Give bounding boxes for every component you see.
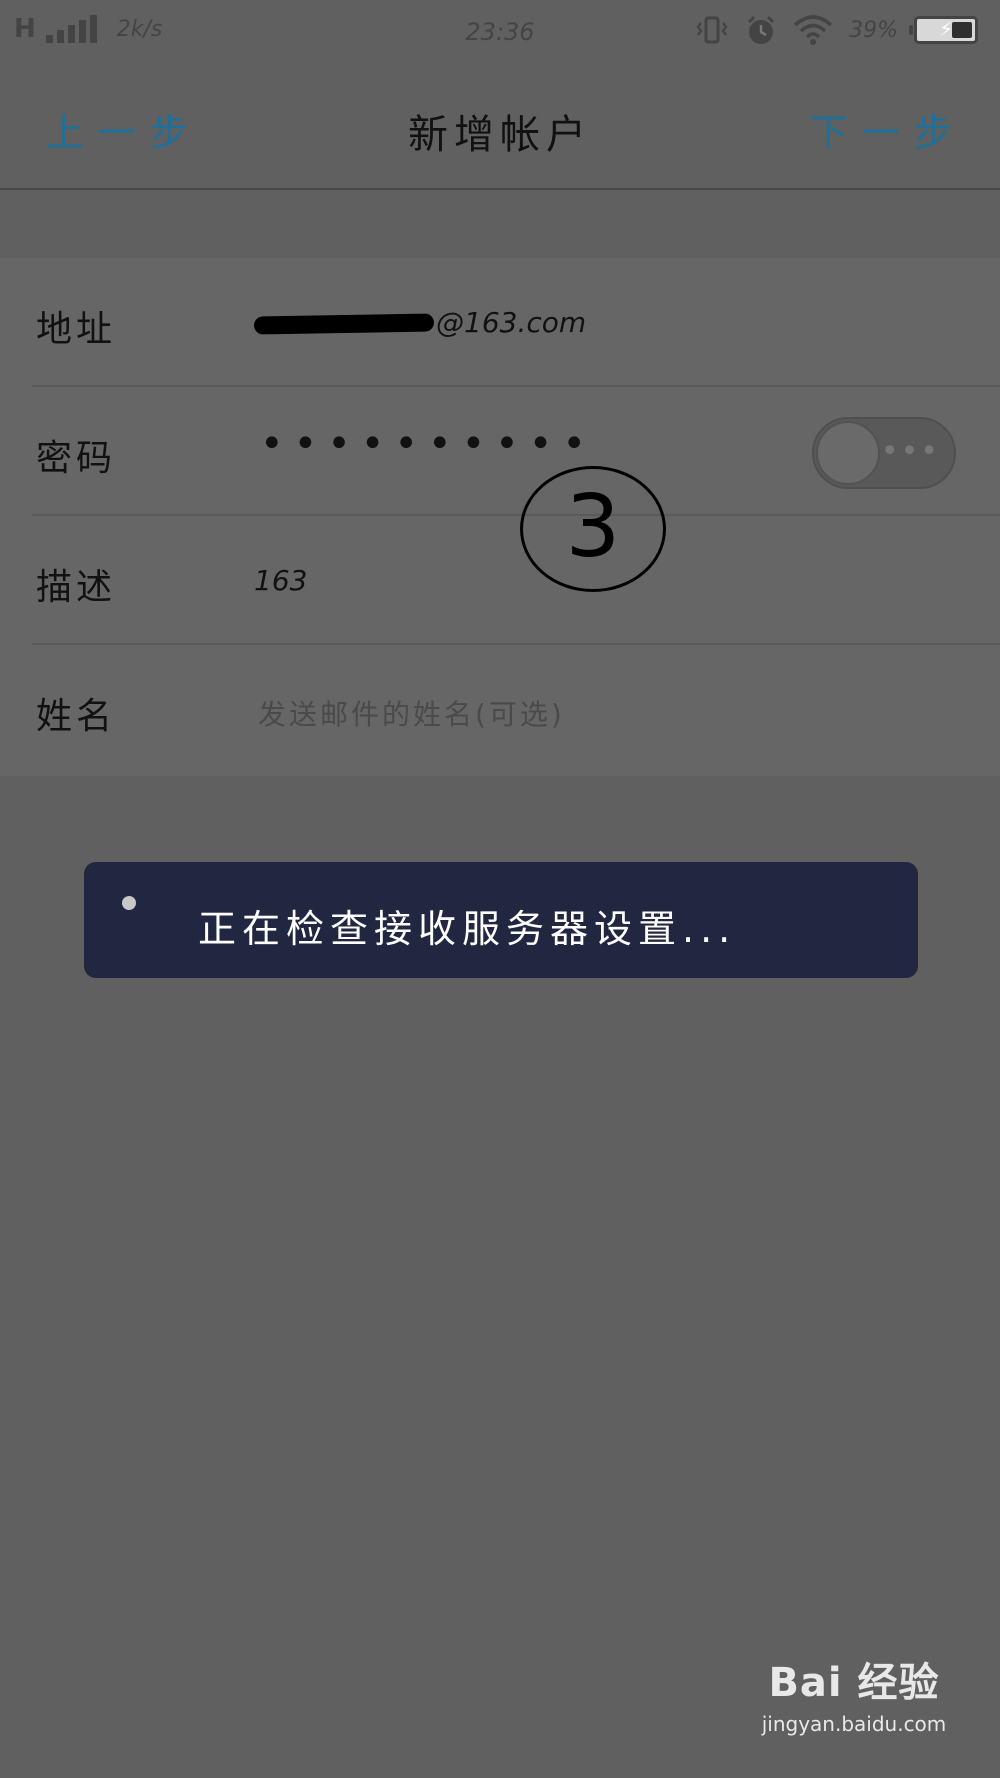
- password-row: 密码 •••••••••• •••: [32, 387, 1000, 516]
- description-field[interactable]: 163: [254, 564, 307, 597]
- step-annotation-circle: 3: [520, 466, 666, 592]
- name-label: 姓名: [36, 696, 117, 737]
- nav-bar: 上一步 新增帐户 下一步: [0, 62, 1000, 190]
- more-dots-icon: •••: [880, 434, 940, 469]
- watermark-logo: Bai 经验: [768, 1660, 940, 1706]
- baidu-jingyan-watermark: Bai 经验 jingyan.baidu.com: [760, 1650, 948, 1754]
- status-right: 39% ⚡: [695, 14, 978, 46]
- spinner-icon: [122, 896, 136, 910]
- address-field[interactable]: @163.com: [253, 306, 587, 339]
- progress-toast: 正在检查接收服务器设置...: [84, 862, 918, 978]
- account-form: 地址 @163.com 密码 •••••••••• ••• 描述 163 姓名 …: [0, 258, 1000, 776]
- show-password-toggle[interactable]: •••: [812, 417, 956, 489]
- address-domain: @163.com: [436, 306, 587, 339]
- toast-message: 正在检查接收服务器设置...: [198, 907, 737, 951]
- watermark-url: jingyan.baidu.com: [761, 1712, 947, 1736]
- step-number: 3: [565, 477, 621, 577]
- next-step-button[interactable]: 下一步: [810, 102, 966, 157]
- battery-percent: 39%: [849, 17, 898, 43]
- vibrate-icon: [695, 15, 729, 45]
- toggle-knob: [816, 421, 880, 485]
- password-field[interactable]: ••••••••••: [260, 421, 596, 467]
- address-label: 地址: [36, 309, 117, 350]
- password-label: 密码: [36, 438, 117, 479]
- wifi-icon: [793, 15, 833, 45]
- name-field[interactable]: 发送邮件的姓名(可选): [258, 693, 565, 733]
- redaction-mark: [253, 313, 435, 335]
- battery-charging-icon: ⚡: [909, 16, 978, 44]
- address-row: 地址 @163.com: [32, 258, 1000, 387]
- description-label: 描述: [36, 567, 117, 608]
- alarm-icon: [745, 14, 777, 46]
- name-row: 姓名 发送邮件的姓名(可选): [32, 645, 1000, 774]
- status-bar: H 2k/s 23:36 39% ⚡: [0, 0, 1000, 62]
- description-row: 描述 163: [32, 516, 1000, 645]
